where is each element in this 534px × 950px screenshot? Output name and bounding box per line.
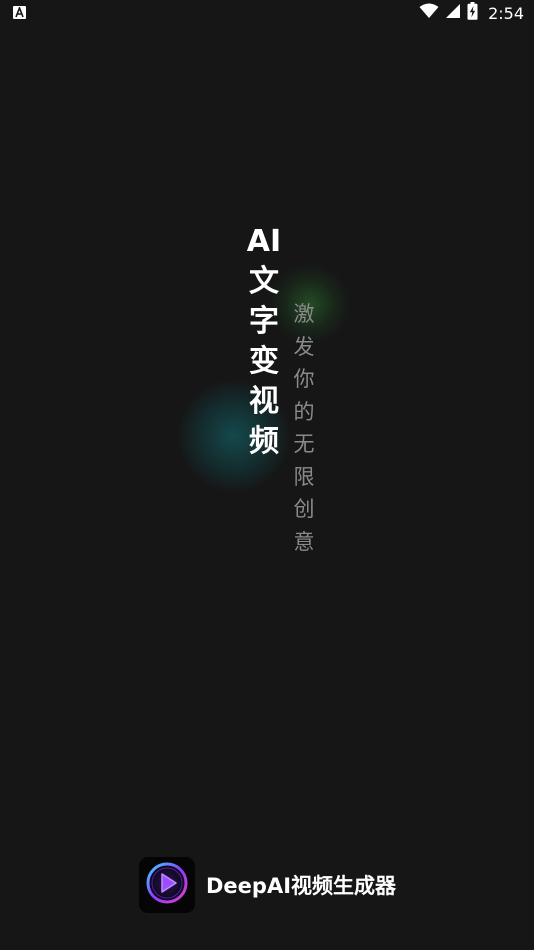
app-name: DeepAI视频生成器 <box>206 874 397 898</box>
status-right-group: 2:54 <box>419 2 524 24</box>
subtitle-char: 发 <box>293 334 315 359</box>
title-char: 字 <box>249 304 279 339</box>
splash-title: AI 文 字 变 视 频 <box>244 222 284 462</box>
subtitle-char: 的 <box>293 399 315 424</box>
title-char: 变 <box>249 344 279 379</box>
title-char: 频 <box>249 424 279 459</box>
play-logo-icon <box>143 859 191 911</box>
subtitle-char: 创 <box>293 497 315 521</box>
splash-screen: 2:54 AI 文 字 变 视 频 激 发 你 的 无 限 创 意 DeepAI… <box>0 0 534 950</box>
splash-subtitle: 激 发 你 的 无 限 创 意 <box>289 298 319 558</box>
subtitle-char: 意 <box>293 529 315 554</box>
wifi-icon <box>419 3 439 23</box>
status-bar: 2:54 <box>0 0 534 28</box>
title-char: 文 <box>249 264 279 299</box>
subtitle-char: 无 <box>293 432 315 456</box>
subtitle-char: 激 <box>293 302 315 326</box>
status-time: 2:54 <box>488 3 524 23</box>
app-brand: DeepAI视频生成器 <box>139 857 396 913</box>
app-logo <box>139 857 195 913</box>
battery-charging-icon <box>467 2 478 24</box>
title-char: AI <box>246 224 282 259</box>
title-char: 视 <box>249 384 279 419</box>
subtitle-char: 限 <box>293 464 315 489</box>
notification-a-icon <box>13 6 26 19</box>
signal-icon <box>445 3 461 23</box>
subtitle-char: 你 <box>293 367 315 391</box>
